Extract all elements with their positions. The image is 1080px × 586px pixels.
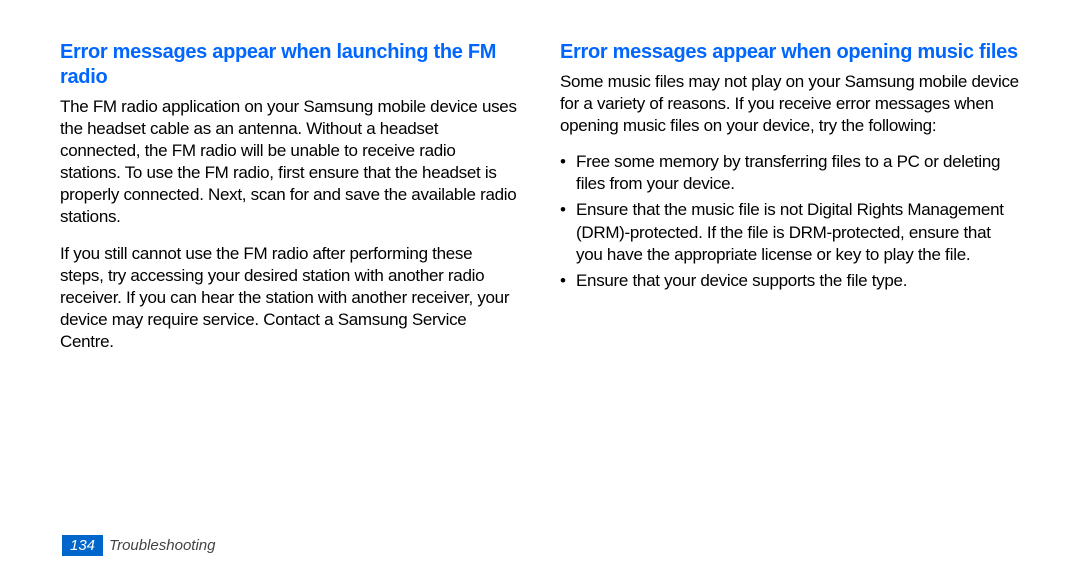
music-files-bullets: Free some memory by transferring ﬁles to… — [560, 151, 1020, 292]
fm-radio-paragraph-2: If you still cannot use the FM radio aft… — [60, 243, 520, 353]
left-column: Error messages appear when launching the… — [60, 40, 520, 500]
music-files-heading: Error messages appear when opening music… — [560, 40, 1020, 65]
fm-radio-paragraph-1: The FM radio application on your Samsung… — [60, 96, 520, 229]
list-item: Ensure that the music ﬁle is not Digital… — [560, 199, 1020, 265]
page-number: 134 — [62, 535, 103, 556]
footer-section-label: Troubleshooting — [109, 537, 215, 554]
right-column: Error messages appear when opening music… — [560, 40, 1020, 500]
fm-radio-heading: Error messages appear when launching the… — [60, 40, 520, 90]
music-files-paragraph: Some music ﬁles may not play on your Sam… — [560, 71, 1020, 137]
page-footer: 134 Troubleshooting — [62, 535, 216, 556]
page-content: Error messages appear when launching the… — [0, 0, 1080, 500]
list-item: Free some memory by transferring ﬁles to… — [560, 151, 1020, 195]
list-item: Ensure that your device supports the ﬁle… — [560, 270, 1020, 292]
